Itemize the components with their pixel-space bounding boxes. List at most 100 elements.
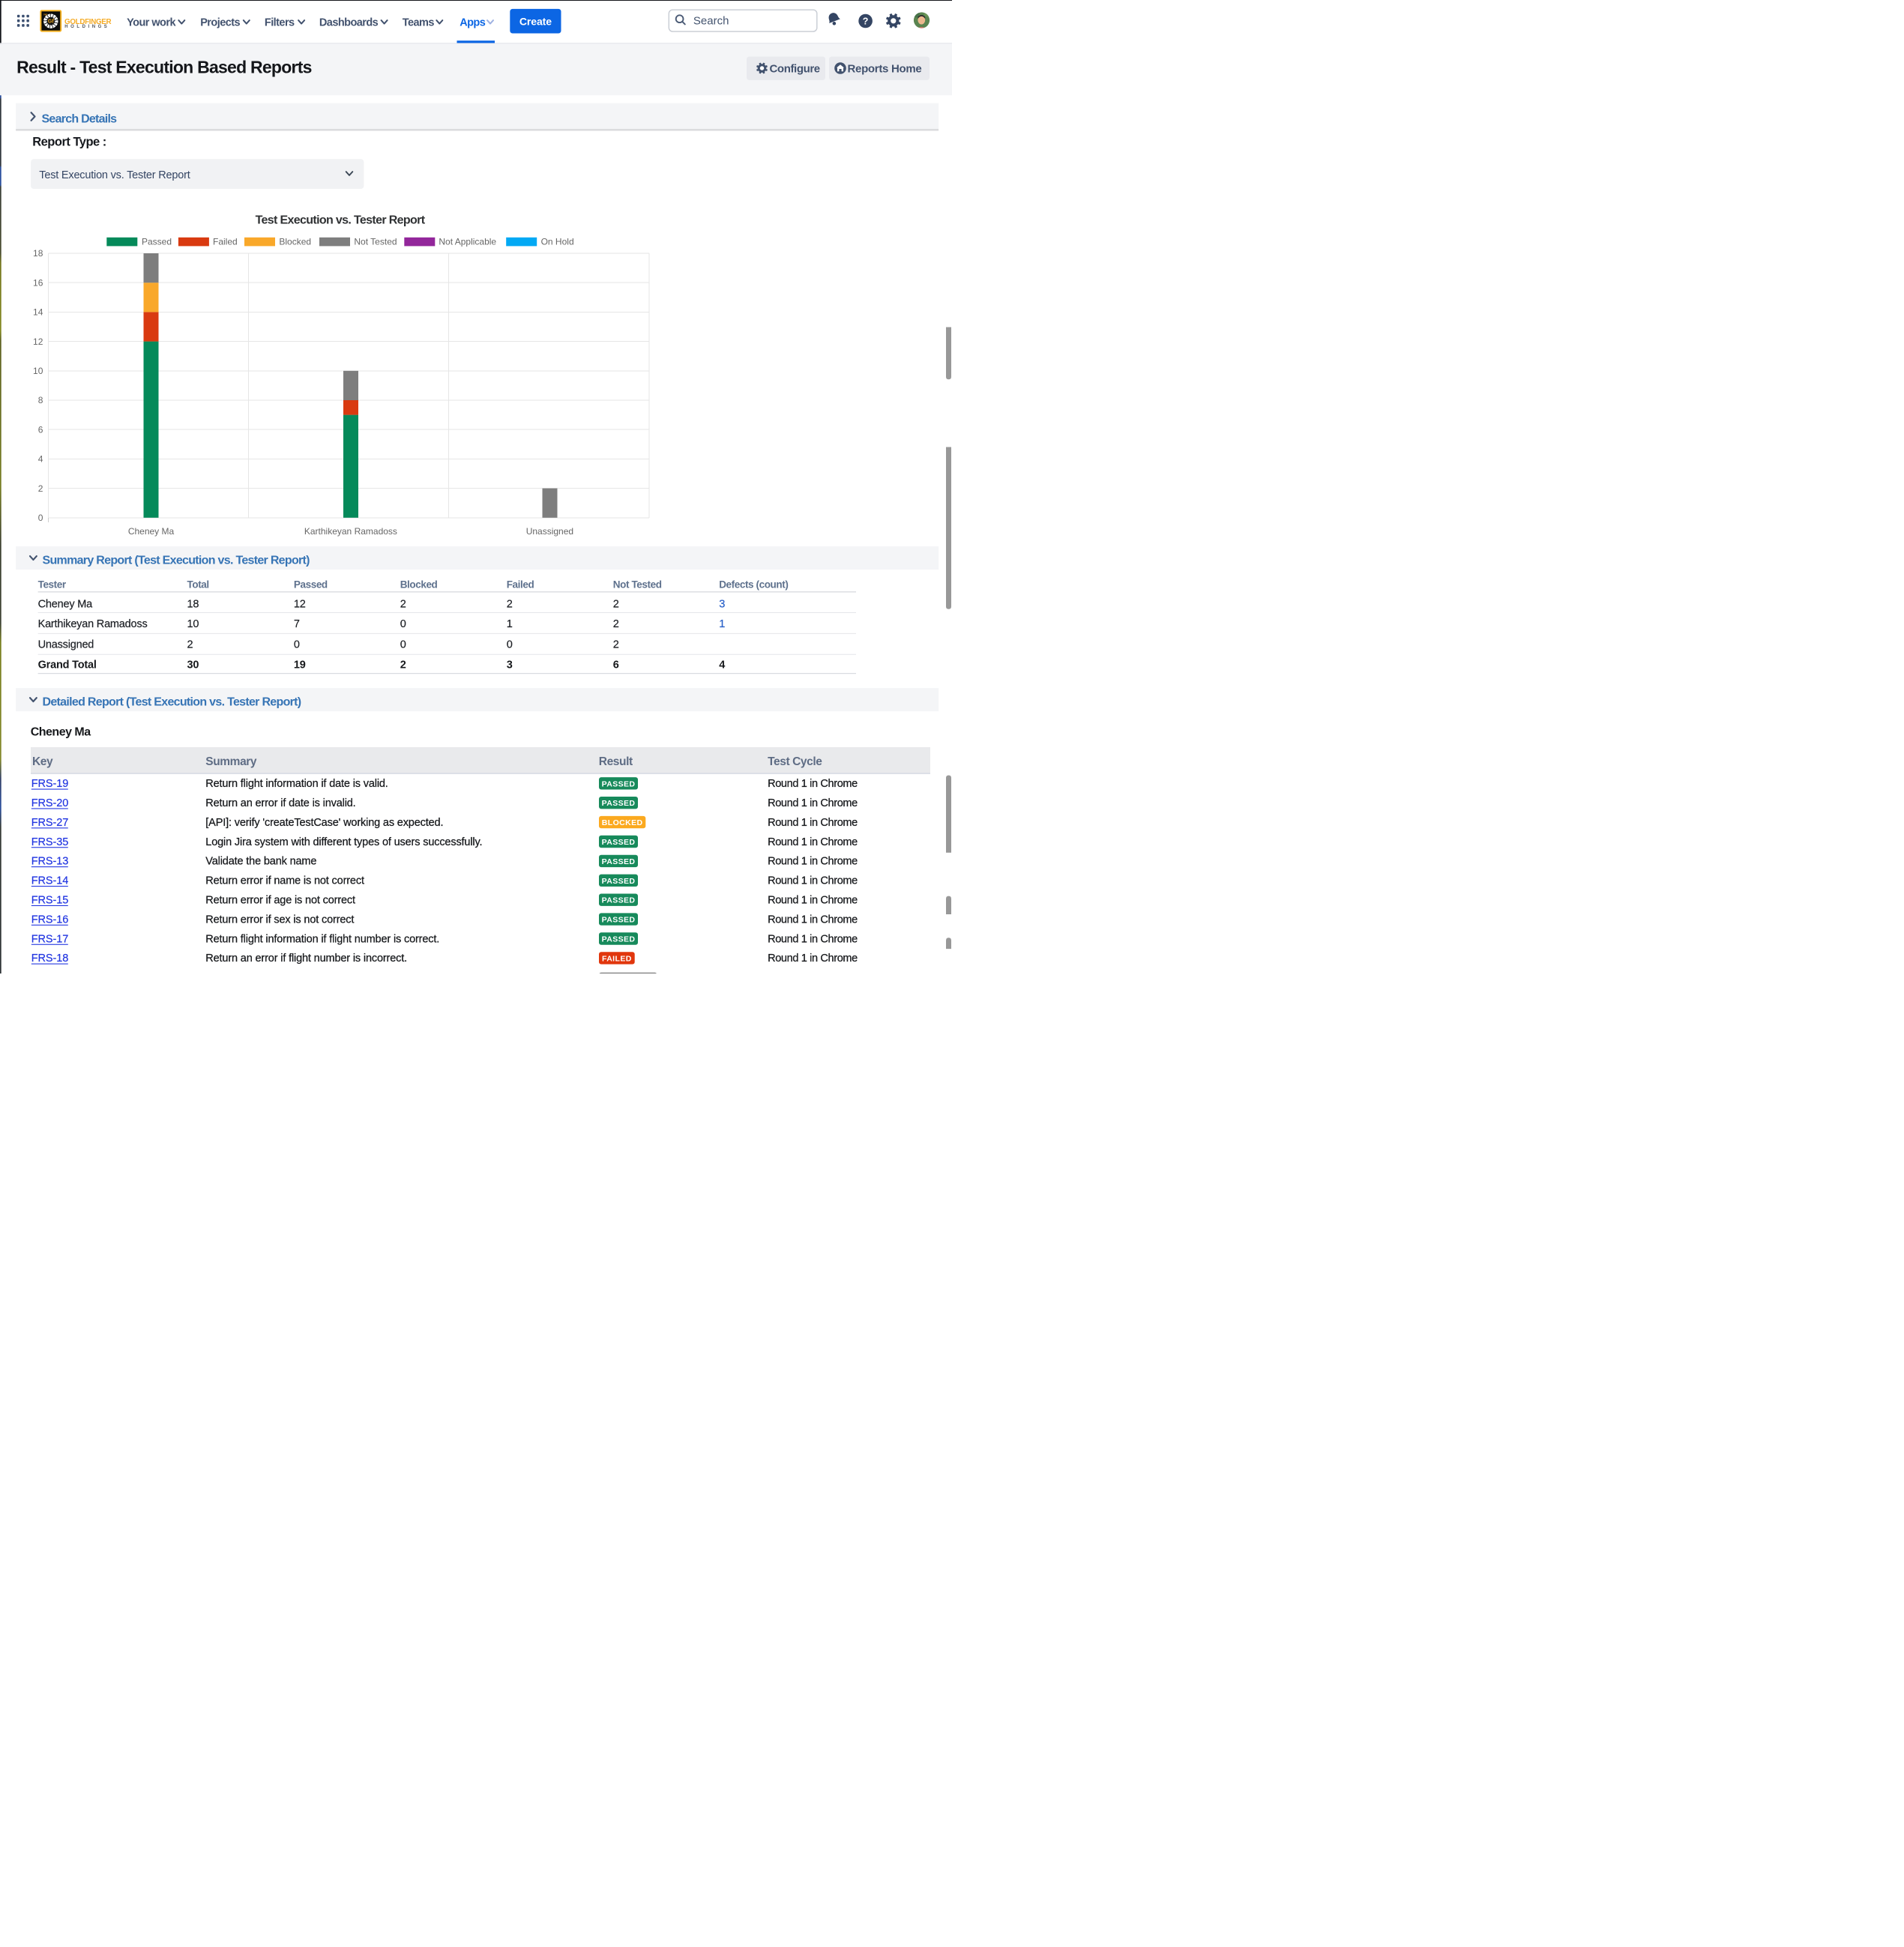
svg-text:Round 1 in Chrome: Round 1 in Chrome (768, 778, 858, 790)
svg-text:Round 1 in Chrome: Round 1 in Chrome (768, 875, 858, 887)
svg-text:2: 2 (613, 639, 619, 651)
svg-text:19: 19 (294, 659, 306, 671)
svg-text:0: 0 (400, 618, 406, 630)
svg-text:16: 16 (33, 277, 43, 288)
svg-text:18: 18 (33, 248, 43, 259)
svg-text:Validate the bank name: Validate the bank name (205, 856, 316, 868)
svg-text:0: 0 (294, 639, 300, 651)
svg-text:Test Execution vs. Tester Repo: Test Execution vs. Tester Report (256, 214, 426, 226)
svg-text:8: 8 (38, 395, 43, 405)
svg-text:PASSED: PASSED (602, 935, 636, 944)
svg-text:Return an error if flight numb: Return an error if flight number is inco… (205, 953, 407, 965)
svg-text:Gf: Gf (48, 19, 54, 25)
svg-text:Blocked: Blocked (279, 237, 311, 247)
svg-text:[API]: verify 'createTestCase': [API]: verify 'createTestCase' working a… (205, 817, 443, 829)
svg-text:2: 2 (613, 618, 619, 630)
svg-text:Failed: Failed (213, 237, 238, 247)
svg-text:Round 1 in Chrome: Round 1 in Chrome (768, 914, 858, 926)
svg-text:On Hold: On Hold (541, 237, 574, 247)
svg-text:Teams: Teams (403, 16, 435, 28)
svg-text:Karthikeyan Ramadoss: Karthikeyan Ramadoss (38, 618, 148, 630)
svg-text:FRS-27: FRS-27 (31, 817, 68, 829)
svg-text:Login Jira system with differe: Login Jira system with different types o… (205, 836, 482, 848)
svg-text:FRS-20: FRS-20 (31, 797, 68, 809)
svg-text:Total: Total (187, 579, 209, 590)
svg-text:Return flight information if f: Return flight information if flight numb… (205, 933, 439, 945)
svg-text:FRS-17: FRS-17 (31, 933, 68, 945)
svg-text:Report Type :: Report Type : (32, 136, 106, 149)
svg-text:1: 1 (507, 618, 513, 630)
svg-text:Dashboards: Dashboards (319, 16, 379, 28)
svg-text:Summary Report (Test Execution: Summary Report (Test Execution vs. Teste… (43, 555, 310, 567)
svg-text:PASSED: PASSED (602, 877, 636, 886)
svg-text:2: 2 (187, 639, 193, 651)
svg-text:Return error if age is not cor: Return error if age is not correct (205, 895, 355, 907)
svg-text:30: 30 (187, 659, 199, 671)
svg-text:Apps: Apps (460, 16, 486, 28)
svg-text:Tester: Tester (38, 579, 67, 590)
svg-text:FRS-13: FRS-13 (31, 856, 68, 868)
svg-text:Passed: Passed (142, 237, 172, 247)
svg-text:Return flight information if d: Return flight information if date is val… (205, 778, 388, 790)
svg-text:1: 1 (719, 618, 725, 630)
svg-text:3: 3 (719, 598, 725, 610)
svg-text:Grand Total: Grand Total (38, 659, 97, 671)
svg-text:2: 2 (507, 598, 513, 610)
svg-text:FRS-18: FRS-18 (31, 953, 68, 965)
svg-text:Blocked: Blocked (400, 579, 438, 590)
svg-text:Your work: Your work (127, 16, 176, 28)
svg-text:14: 14 (33, 307, 43, 318)
svg-text:FRS-19: FRS-19 (31, 778, 68, 790)
svg-text:Round 1 in Chrome: Round 1 in Chrome (768, 856, 858, 868)
svg-text:10: 10 (33, 366, 43, 376)
svg-text:Test Execution vs. Tester Repo: Test Execution vs. Tester Report (39, 169, 190, 181)
svg-text:FRS-35: FRS-35 (31, 836, 68, 848)
svg-text:Key: Key (32, 755, 53, 768)
svg-text:79F: 79F (43, 13, 47, 16)
svg-text:Return error if sex is not cor: Return error if sex is not correct (205, 914, 354, 926)
svg-text:Not Applicable: Not Applicable (439, 237, 496, 247)
svg-text:Detailed Report (Test Executio: Detailed Report (Test Execution vs. Test… (43, 696, 301, 709)
svg-text:3: 3 (507, 659, 513, 671)
svg-text:PASSED: PASSED (602, 779, 636, 788)
svg-text:2: 2 (613, 598, 619, 610)
svg-text:FRS-15: FRS-15 (31, 895, 68, 907)
svg-text:Defects (count): Defects (count) (719, 579, 788, 590)
svg-text:0: 0 (507, 639, 513, 651)
svg-text:Configure: Configure (770, 62, 820, 75)
svg-text:2: 2 (38, 483, 43, 494)
svg-text:Projects: Projects (200, 16, 240, 28)
svg-text:6: 6 (613, 659, 619, 671)
svg-text:PASSED: PASSED (602, 838, 636, 847)
svg-text:Round 1 in Chrome: Round 1 in Chrome (768, 953, 858, 965)
svg-text:12: 12 (33, 336, 43, 347)
svg-text:Not Tested: Not Tested (354, 237, 397, 247)
svg-text:Unassigned: Unassigned (526, 526, 573, 537)
svg-text:Unassigned: Unassigned (38, 639, 94, 651)
svg-text:2: 2 (400, 659, 406, 671)
svg-text:Cheney Ma: Cheney Ma (31, 726, 91, 739)
svg-text:Return an error if date is inv: Return an error if date is invalid. (205, 797, 355, 809)
svg-text:4: 4 (719, 659, 725, 671)
svg-text:Result - Test Execution Based: Result - Test Execution Based Reports (16, 57, 312, 76)
svg-text:Filters: Filters (265, 16, 295, 28)
svg-text:Not Tested: Not Tested (613, 579, 662, 590)
svg-text:Karthikeyan Ramadoss: Karthikeyan Ramadoss (304, 526, 397, 537)
svg-text:Summary: Summary (205, 755, 257, 768)
svg-text:0: 0 (38, 513, 43, 523)
svg-text:FRS-16: FRS-16 (31, 914, 68, 926)
svg-text:4: 4 (38, 454, 43, 465)
svg-text:7: 7 (294, 618, 300, 630)
svg-text:PASSED: PASSED (602, 799, 636, 808)
svg-text:6: 6 (38, 424, 43, 435)
svg-text:Round 1 in Chrome: Round 1 in Chrome (768, 817, 858, 829)
svg-text:Cheney Ma: Cheney Ma (128, 526, 175, 537)
svg-text:Round 1 in Chrome: Round 1 in Chrome (768, 895, 858, 907)
svg-text:12: 12 (294, 598, 306, 610)
svg-text:Passed: Passed (294, 579, 328, 590)
svg-text:Test Cycle: Test Cycle (768, 755, 822, 768)
svg-text:Round 1 in Chrome: Round 1 in Chrome (768, 797, 858, 809)
svg-text:HOLDINGS: HOLDINGS (64, 25, 109, 29)
svg-text:Round 1 in Chrome: Round 1 in Chrome (768, 836, 858, 848)
svg-text:Failed: Failed (507, 579, 534, 590)
